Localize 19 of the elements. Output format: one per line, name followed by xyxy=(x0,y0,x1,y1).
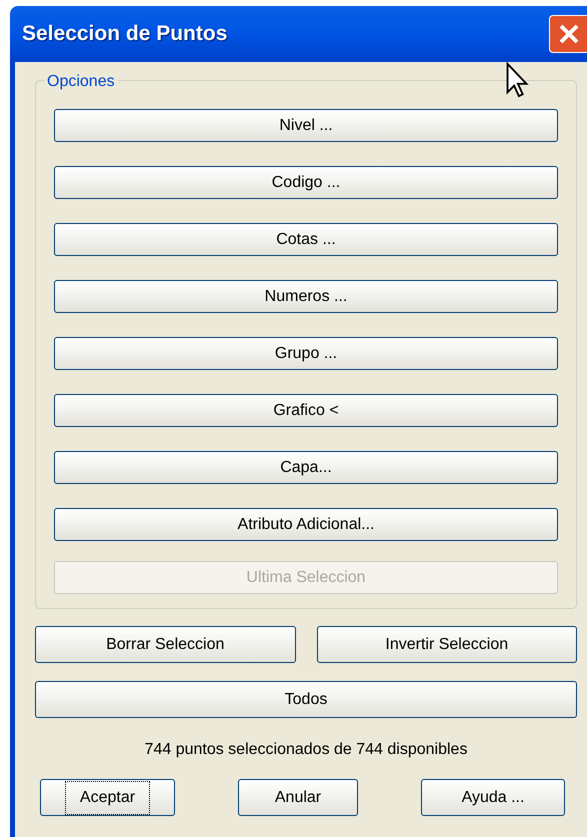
dialog-button[interactable]: Nivel ... xyxy=(54,109,558,142)
dialog-button[interactable]: Atributo Adicional... xyxy=(54,508,558,541)
dialog-button[interactable]: Anular xyxy=(238,779,358,816)
dialog-button[interactable]: Capa... xyxy=(54,451,558,484)
close-icon xyxy=(556,22,580,46)
close-button[interactable] xyxy=(549,15,587,53)
dialog-button[interactable]: Ayuda ... xyxy=(421,779,565,816)
dialog-button[interactable]: Numeros ... xyxy=(54,280,558,313)
dialog-button[interactable]: Codigo ... xyxy=(54,166,558,199)
status-text: 744 puntos seleccionados de 744 disponibles xyxy=(144,740,468,760)
dialog-button[interactable]: Grupo ... xyxy=(54,337,558,370)
mouse-cursor-icon xyxy=(505,62,529,98)
dialog-button[interactable]: Borrar Seleccion xyxy=(35,626,296,663)
dialog-button[interactable]: Aceptar xyxy=(40,779,175,816)
window-title: Seleccion de Puntos xyxy=(22,21,228,48)
dialog-button[interactable]: Invertir Seleccion xyxy=(316,626,577,663)
dialog-button[interactable]: Grafico < xyxy=(54,394,558,427)
dialog-button[interactable]: Cotas ... xyxy=(54,223,558,256)
dialog-button[interactable]: Todos xyxy=(35,681,577,718)
